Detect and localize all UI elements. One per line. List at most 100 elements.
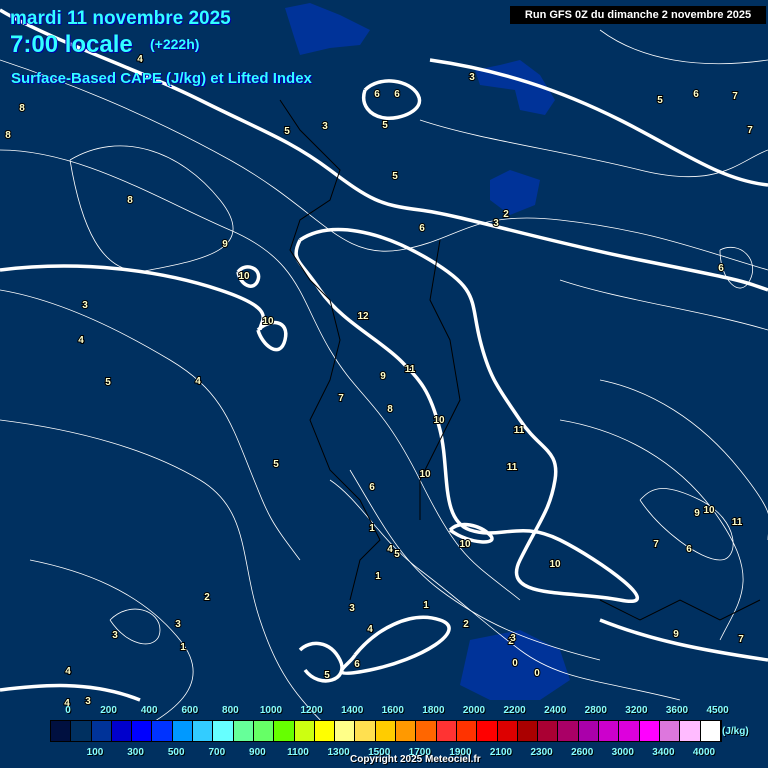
contour-label: 3 [82, 300, 88, 311]
contour-label: 3 [510, 633, 516, 644]
legend-label-top: 1000 [259, 705, 283, 716]
legend-label-bottom: 3000 [611, 747, 634, 758]
lifted-index-zero-contours [0, 8, 768, 702]
copyright: Copyright 2025 Meteociel.fr [350, 754, 481, 765]
legend-swatch [253, 721, 275, 741]
contour-label: 3 [175, 619, 181, 630]
legend-swatch [152, 721, 173, 741]
contour-label: 3 [493, 218, 499, 229]
cape-areas [285, 3, 570, 700]
legend-label-top: 800 [222, 705, 239, 716]
contour-label: 4 [195, 376, 201, 387]
contour-label: 1 [369, 523, 375, 534]
weather-map: 4 3 6 6 5 5 3 5 3 2 6 5 6 7 7 8 8 8 9 10 10 3 4 5 4 12 11 9 7 8 10 11 11… [0, 0, 768, 768]
legend-label-bottom: 500 [167, 747, 185, 758]
contour-label: 10 [459, 539, 471, 550]
contour-label: 8 [387, 404, 393, 415]
contour-label: 0 [512, 658, 518, 669]
legend-swatch [416, 721, 437, 741]
contour-label: 5 [394, 549, 400, 560]
legend-label-bottom: 700 [208, 747, 226, 758]
legend-label-bottom: 3400 [652, 747, 675, 758]
contour-label: 4 [78, 335, 84, 346]
contour-label: 4 [367, 624, 373, 635]
contour-label: 11 [514, 425, 525, 436]
contour-label: 7 [653, 539, 659, 550]
contour-label: 6 [374, 89, 380, 100]
legend-swatch [538, 721, 559, 741]
legend-swatch [132, 721, 153, 741]
contour-label: 8 [5, 130, 11, 141]
contour-label: 5 [382, 120, 388, 131]
legend-label-top: 200 [100, 705, 117, 716]
contour-label: 3 [85, 696, 91, 707]
legend-label-top: 1200 [300, 705, 323, 716]
contour-label: 6 [419, 223, 425, 234]
contour-label: 7 [738, 634, 744, 645]
legend-swatch [619, 721, 640, 741]
contour-label: 4 [65, 666, 71, 677]
contour-label: 6 [718, 263, 724, 274]
contour-label: 8 [127, 195, 133, 206]
legend-label-top: 400 [140, 705, 158, 716]
legend-swatch [517, 721, 539, 741]
contour-label: 9 [694, 508, 700, 519]
contour-label: 7 [732, 91, 738, 102]
contour-label: 3 [469, 72, 475, 83]
legend-swatch [396, 721, 417, 741]
legend-label-top: 3600 [665, 705, 689, 716]
legend-label-top: 1400 [341, 705, 364, 716]
legend-label-bottom: 2300 [530, 747, 553, 758]
contour-label: 6 [686, 544, 692, 555]
legend-label-top: 600 [181, 705, 199, 716]
contour-label: 10 [419, 469, 431, 480]
legend-swatch [71, 721, 92, 741]
contour-label: 10 [262, 316, 274, 327]
contour-label: 2 [463, 619, 469, 630]
legend-swatch [314, 721, 336, 741]
legend-swatch [700, 721, 721, 741]
legend-swatch [274, 721, 295, 741]
legend-label-top: 1800 [422, 705, 445, 716]
legend-label-bottom: 2100 [489, 747, 513, 758]
contour-label: 5 [273, 459, 279, 470]
legend-swatch [659, 721, 681, 741]
contour-label: 2 [204, 592, 210, 603]
contour-label: 1 [375, 571, 381, 582]
legend-swatch [578, 721, 600, 741]
legend-swatch [51, 721, 72, 741]
contour-label: 5 [657, 95, 663, 106]
legend-swatch [213, 721, 234, 741]
contour-label: 9 [222, 239, 228, 250]
contour-label: 2 [503, 209, 509, 220]
legend-label-bottom: 100 [86, 747, 104, 758]
legend-swatch [680, 721, 701, 741]
contour-label: 11 [507, 462, 518, 473]
contour-label: 3 [112, 630, 118, 641]
contour-label: 7 [747, 125, 753, 136]
legend-swatch [558, 721, 579, 741]
legend-label-top: 2800 [584, 705, 607, 716]
contour-labels: 436 6553532656 7788891010345 41211978101111… [4, 53, 754, 710]
legend-label-top: 3200 [625, 705, 648, 716]
legend-swatch [111, 721, 133, 741]
legend-swatch [91, 721, 112, 741]
legend-label-bottom: 300 [127, 747, 144, 758]
contour-label: 3 [349, 603, 355, 614]
contour-label: 10 [703, 505, 715, 516]
contour-label: 9 [380, 371, 386, 382]
legend-swatch [375, 721, 397, 741]
forecast-lead: (+222h) [150, 36, 200, 52]
cape-area [285, 3, 370, 55]
legend-swatch [639, 721, 660, 741]
contour-label: 4 [387, 544, 393, 555]
contour-label: 11 [405, 364, 416, 375]
contour-label: 6 [369, 482, 375, 493]
contour-label: 5 [105, 377, 111, 388]
contour-label: 7 [338, 393, 344, 404]
legend-label-top: 1600 [381, 705, 404, 716]
contour-label: 6 [394, 89, 400, 100]
contour-label: 8 [19, 103, 25, 114]
contour-label: 6 [693, 89, 699, 100]
parameter-title: Surface-Based CAPE (J/kg) et Lifted Inde… [11, 70, 312, 87]
